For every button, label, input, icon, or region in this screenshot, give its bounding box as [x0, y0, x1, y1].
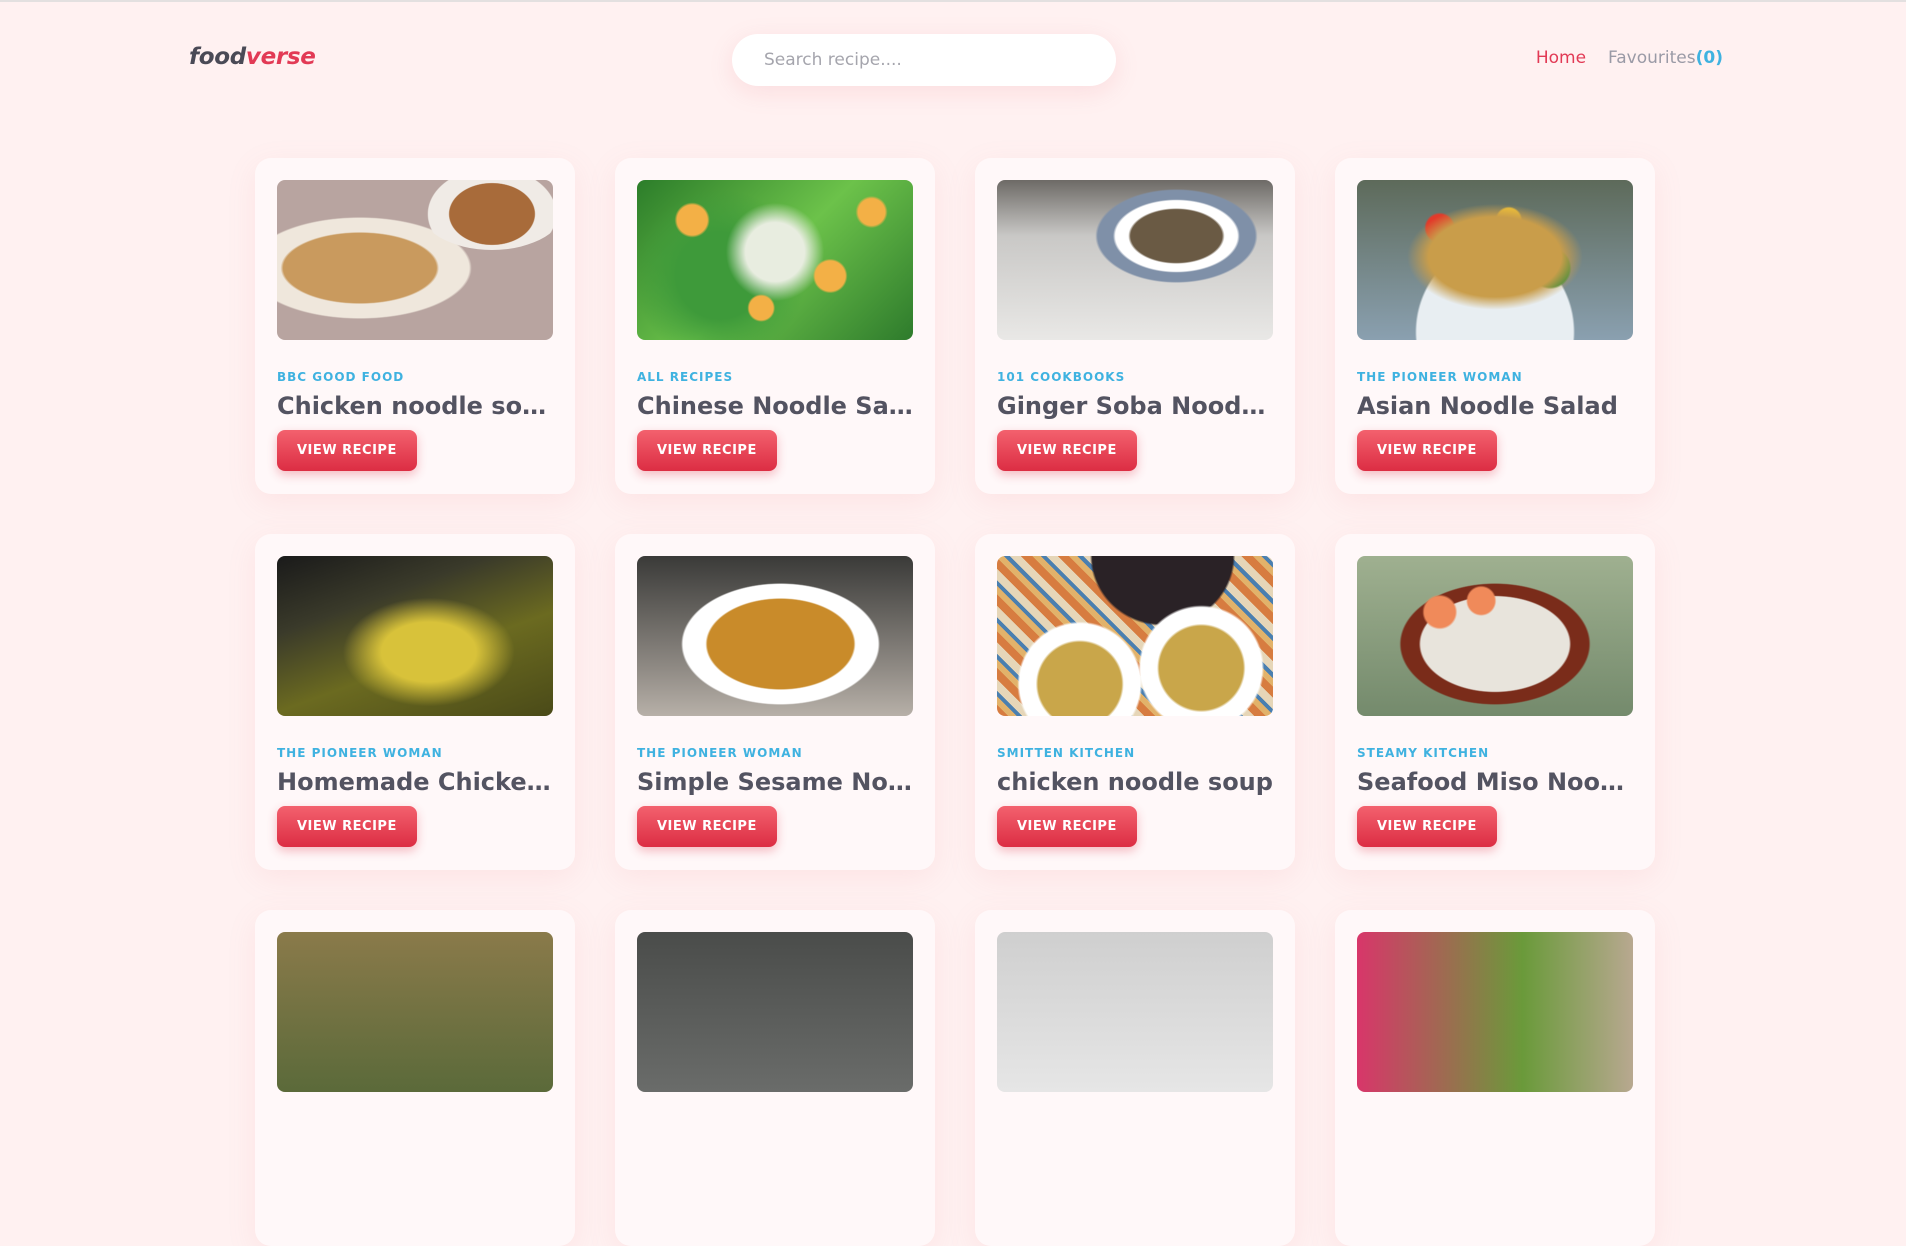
- recipe-card-partial: [255, 910, 575, 1246]
- recipe-publisher: SMITTEN KITCHEN: [997, 746, 1136, 760]
- recipe-image: [997, 180, 1273, 340]
- recipe-image: [1357, 932, 1633, 1092]
- recipe-title: Chinese Noodle Salad: [637, 392, 913, 420]
- recipe-card: THE PIONEER WOMAN Asian Noodle Salad VIE…: [1335, 158, 1655, 494]
- view-recipe-button[interactable]: VIEW RECIPE: [637, 430, 777, 471]
- recipe-publisher: THE PIONEER WOMAN: [277, 746, 443, 760]
- header: foodverse Home Favourites(0): [0, 0, 1906, 120]
- recipe-image: [1357, 180, 1633, 340]
- recipe-publisher: BBC GOOD FOOD: [277, 370, 405, 384]
- recipe-publisher: THE PIONEER WOMAN: [637, 746, 803, 760]
- recipe-title: chicken noodle soup: [997, 768, 1273, 796]
- main-nav: Home Favourites(0): [1536, 48, 1723, 68]
- recipe-card: SMITTEN KITCHEN chicken noodle soup VIEW…: [975, 534, 1295, 870]
- recipe-card: 101 COOKBOOKS Ginger Soba Noodles VIEW R…: [975, 158, 1295, 494]
- recipe-grid: BBC GOOD FOOD Chicken noodle soup VIEW R…: [255, 158, 1655, 1246]
- recipe-title: Asian Noodle Salad: [1357, 392, 1618, 420]
- recipe-image: [1357, 556, 1633, 716]
- recipe-publisher: STEAMY KITCHEN: [1357, 746, 1490, 760]
- view-recipe-button[interactable]: VIEW RECIPE: [277, 430, 417, 471]
- recipe-card: BBC GOOD FOOD Chicken noodle soup VIEW R…: [255, 158, 575, 494]
- recipe-title: Seafood Miso Noodle ...: [1357, 768, 1633, 796]
- recipe-image: [277, 932, 553, 1092]
- recipe-image: [997, 932, 1273, 1092]
- logo[interactable]: foodverse: [189, 44, 316, 70]
- view-recipe-button[interactable]: VIEW RECIPE: [1357, 430, 1497, 471]
- view-recipe-button[interactable]: VIEW RECIPE: [997, 430, 1137, 471]
- recipe-image: [637, 556, 913, 716]
- recipe-image: [277, 556, 553, 716]
- recipe-image: [277, 180, 553, 340]
- recipe-card-partial: [1335, 910, 1655, 1246]
- recipe-title: Ginger Soba Noodles: [997, 392, 1273, 420]
- nav-favourites-label: Favourites: [1608, 48, 1696, 68]
- recipe-card-partial: [975, 910, 1295, 1246]
- recipe-image: [637, 932, 913, 1092]
- recipe-card: THE PIONEER WOMAN Homemade Chicken a... …: [255, 534, 575, 870]
- recipe-publisher: ALL RECIPES: [637, 370, 734, 384]
- recipe-title: Chicken noodle soup: [277, 392, 553, 420]
- logo-part-verse: verse: [245, 44, 316, 70]
- recipe-card-partial: [615, 910, 935, 1246]
- nav-home-link[interactable]: Home: [1536, 48, 1586, 68]
- recipe-card: STEAMY KITCHEN Seafood Miso Noodle ... V…: [1335, 534, 1655, 870]
- view-recipe-button[interactable]: VIEW RECIPE: [997, 806, 1137, 847]
- recipe-title: Simple Sesame Noodl...: [637, 768, 913, 796]
- recipe-card: ALL RECIPES Chinese Noodle Salad VIEW RE…: [615, 158, 935, 494]
- recipe-publisher: THE PIONEER WOMAN: [1357, 370, 1523, 384]
- view-recipe-button[interactable]: VIEW RECIPE: [277, 806, 417, 847]
- logo-part-food: food: [189, 44, 246, 70]
- search-input[interactable]: [764, 50, 1084, 70]
- recipe-image: [637, 180, 913, 340]
- recipe-publisher: 101 COOKBOOKS: [997, 370, 1126, 384]
- recipe-image: [997, 556, 1273, 716]
- recipe-title: Homemade Chicken a...: [277, 768, 553, 796]
- recipe-card: THE PIONEER WOMAN Simple Sesame Noodl...…: [615, 534, 935, 870]
- search-bar: [732, 34, 1116, 86]
- favourites-count: (0): [1695, 48, 1723, 68]
- nav-favourites-link[interactable]: Favourites(0): [1608, 48, 1723, 68]
- view-recipe-button[interactable]: VIEW RECIPE: [1357, 806, 1497, 847]
- view-recipe-button[interactable]: VIEW RECIPE: [637, 806, 777, 847]
